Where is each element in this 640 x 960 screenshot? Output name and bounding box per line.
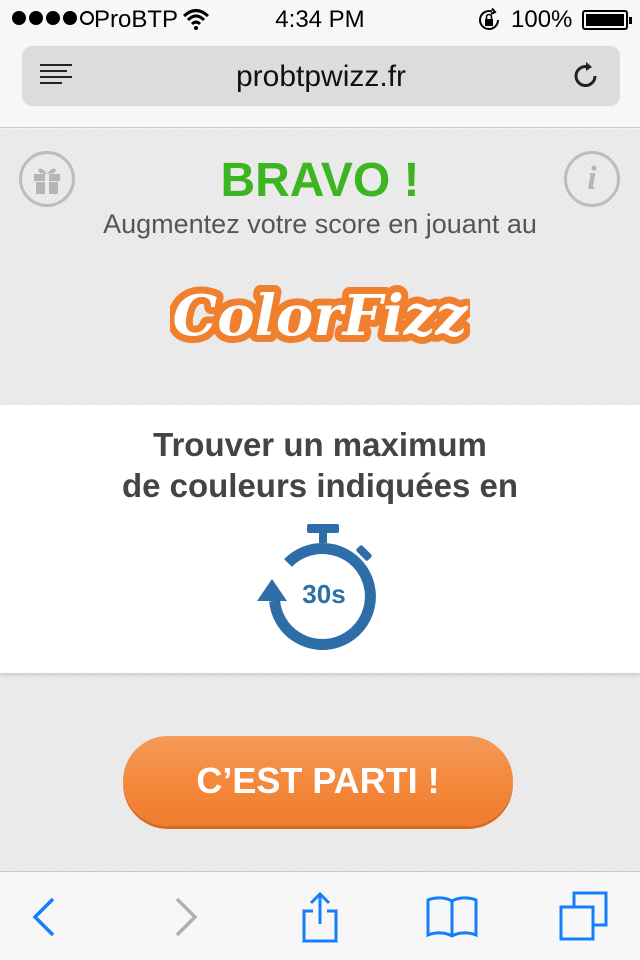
address-bar[interactable]: probtpwizz.fr xyxy=(22,46,620,106)
url-text[interactable]: probtpwizz.fr xyxy=(22,60,620,94)
instruction-line-2: de couleurs indiquées en xyxy=(121,467,519,504)
back-icon xyxy=(32,897,55,936)
status-bar: ProBTP 4:34 PM 100% xyxy=(0,0,640,40)
colorfizz-logo-text: ColorFizz xyxy=(173,283,469,349)
page-title: BRAVO ! xyxy=(220,154,420,207)
colorfizz-logo: ColorFizz xyxy=(170,276,470,356)
web-content: i BRAVO ! Augmentez votre score en jouan… xyxy=(0,129,640,871)
browser-toolbar xyxy=(0,871,640,960)
tabs-button[interactable] xyxy=(544,872,624,960)
bookmarks-button[interactable] xyxy=(412,872,492,960)
stopwatch-icon: 30s xyxy=(257,524,376,650)
browser-address-area: probtpwizz.fr xyxy=(0,40,640,128)
page-subtitle: Augmentez votre score en jouant au xyxy=(103,209,537,239)
tabs-icon xyxy=(559,891,608,940)
forward-icon xyxy=(175,897,198,936)
timer-value: 30s xyxy=(302,579,345,609)
start-game-button[interactable]: C’EST PARTI ! xyxy=(123,736,513,826)
battery-icon xyxy=(582,10,632,30)
forward-button[interactable] xyxy=(146,872,226,960)
share-button[interactable] xyxy=(280,872,360,960)
instructions-panel: Trouver un maximum de couleurs indiquées… xyxy=(0,405,640,673)
battery-percentage: 100% xyxy=(511,6,573,33)
share-icon xyxy=(302,891,338,942)
rotation-lock-icon xyxy=(479,8,499,30)
bookmarks-icon xyxy=(426,895,478,938)
reload-icon[interactable] xyxy=(570,60,602,92)
instruction-line-1: Trouver un maximum xyxy=(153,426,487,463)
back-button[interactable] xyxy=(4,872,84,960)
